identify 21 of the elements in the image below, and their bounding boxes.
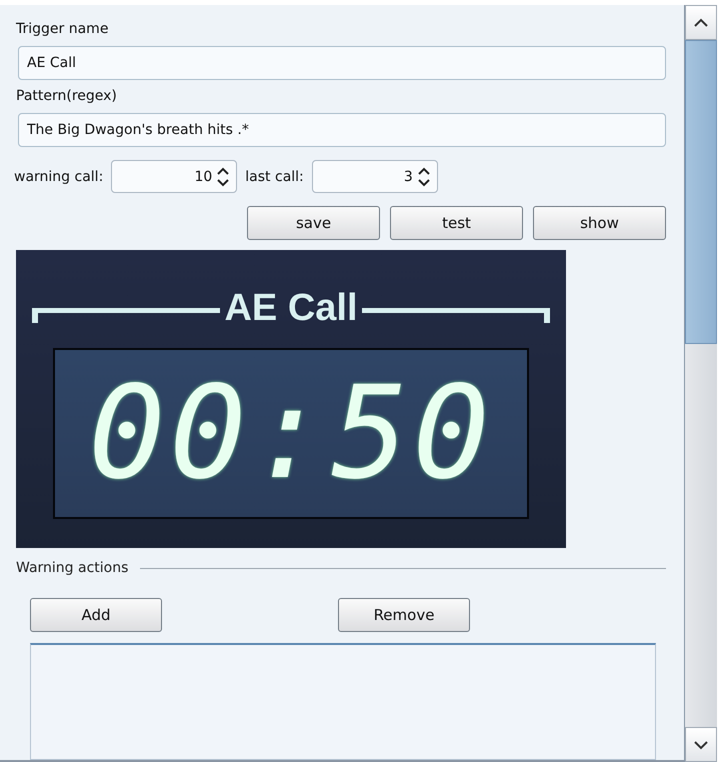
- spin-box[interactable]: 3: [312, 160, 438, 193]
- list-button[interactable]: Remove: [338, 598, 470, 632]
- list-button[interactable]: Add: [30, 598, 162, 632]
- field-label: Pattern(regex): [16, 88, 118, 104]
- section-title: Warning actions: [16, 560, 128, 576]
- spin-label: warning call:: [14, 168, 104, 184]
- action-button[interactable]: show: [533, 206, 666, 240]
- field-label: Trigger name: [16, 21, 110, 37]
- chevron-up-icon[interactable]: [693, 18, 709, 28]
- scroll-thumb[interactable]: [685, 40, 717, 344]
- trigger-name-field[interactable]: AE Call: [18, 46, 666, 80]
- chevron-down-icon[interactable]: [693, 740, 709, 750]
- scrollbar[interactable]: [684, 5, 717, 762]
- timer-title: AE Call: [223, 288, 359, 328]
- timer-digits: 00:50: [88, 364, 494, 504]
- spin-box[interactable]: 10: [111, 160, 238, 193]
- spin-label: last call:: [245, 168, 304, 184]
- action-button[interactable]: save: [247, 206, 380, 240]
- actions-list[interactable]: [30, 643, 656, 760]
- action-button[interactable]: test: [390, 206, 523, 240]
- pattern-field[interactable]: The Big Dwagon's breath hits .*: [18, 113, 666, 147]
